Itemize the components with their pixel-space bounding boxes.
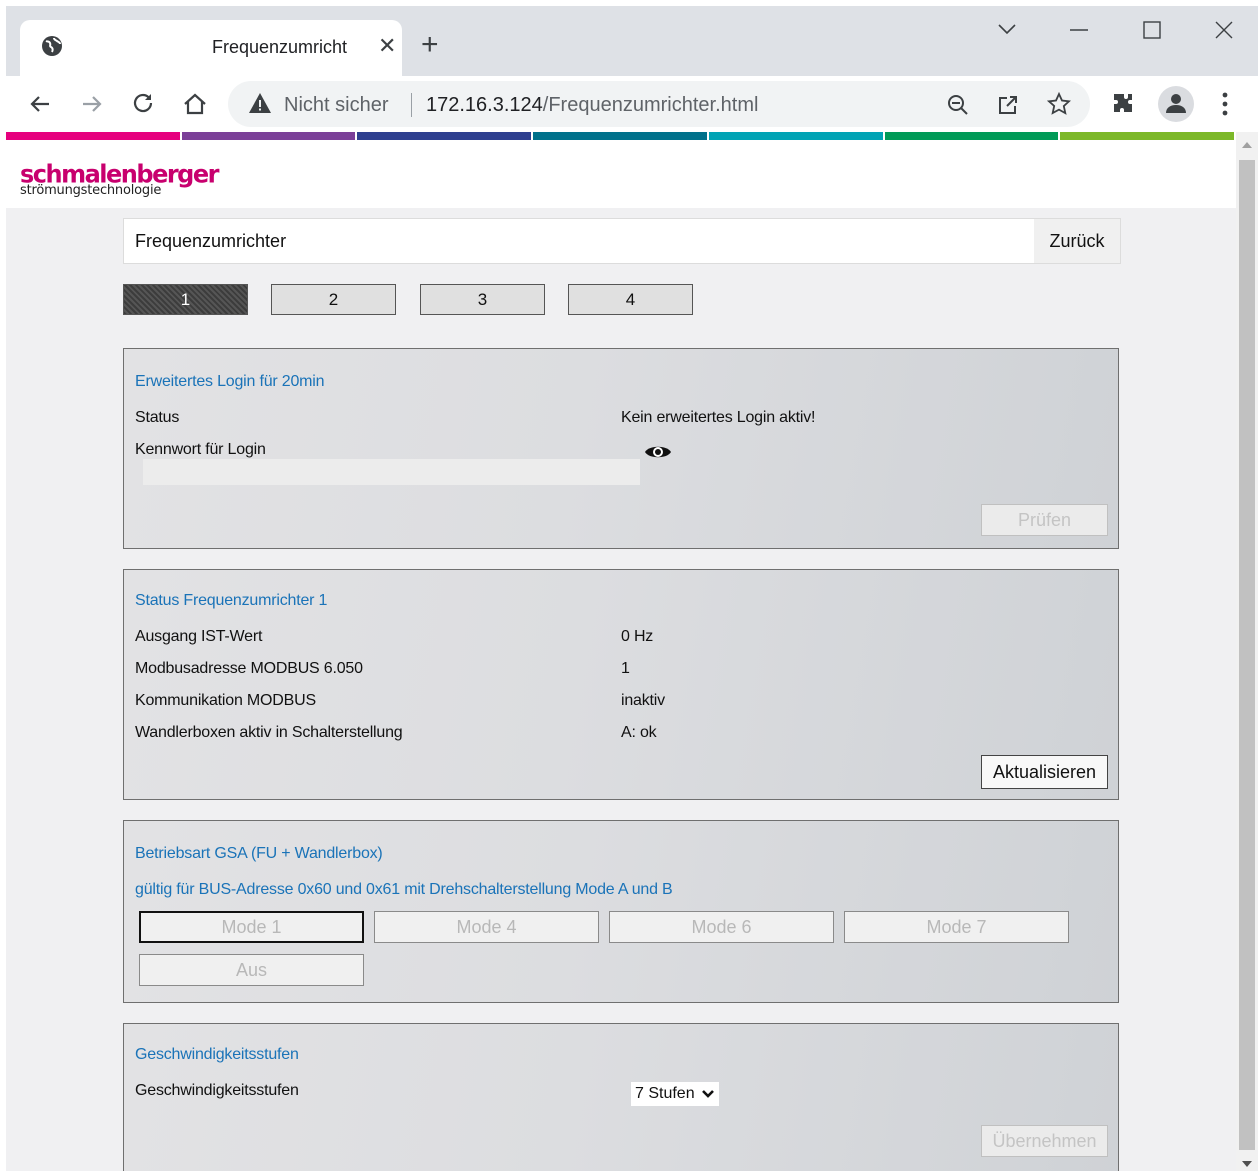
show-password-eye-icon[interactable] <box>644 443 672 461</box>
stripe-segment <box>181 132 356 140</box>
speed-levels-select[interactable]: 7 Stufen <box>631 1082 720 1106</box>
check-button[interactable]: Prüfen <box>981 504 1108 536</box>
stripe-segment <box>708 132 883 140</box>
status-row-value: inaktiv <box>621 692 665 709</box>
mode-6-button[interactable]: Mode 6 <box>609 911 834 943</box>
home-icon[interactable] <box>182 91 208 117</box>
logo-brand: schmalenberger <box>20 159 219 189</box>
back-button[interactable]: Zurück <box>1034 219 1120 263</box>
speed-panel-title: Geschwindigkeitsstufen <box>135 1046 299 1063</box>
status-panel-title: Status Frequenzumrichter 1 <box>135 592 328 609</box>
main-content: Frequenzumrichter Zurück 1 2 3 4 Erweite… <box>6 208 1236 1171</box>
address-bar[interactable]: Nicht sicher 172.16.3.124/Frequenzumrich… <box>228 81 1090 127</box>
tab-2[interactable]: 2 <box>271 284 396 315</box>
page-viewport: schmalenberger strömungstechnologie Freq… <box>6 132 1258 1171</box>
mode-7-button[interactable]: Mode 7 <box>844 911 1069 943</box>
stripe-segment <box>6 132 180 140</box>
url-host: 172.16.3.124 <box>426 94 543 116</box>
stripe-segment <box>1060 132 1235 140</box>
minimize-icon[interactable] <box>1070 28 1088 32</box>
login-status-label: Status <box>135 409 180 426</box>
back-arrow-icon[interactable] <box>28 92 52 116</box>
company-logo: schmalenberger strömungstechnologie <box>20 159 219 198</box>
scroll-up-arrow-icon[interactable] <box>1242 142 1252 148</box>
page-scrollbar[interactable] <box>1236 132 1258 1171</box>
login-panel: Erweitertes Login für 20min Status Kein … <box>123 348 1119 549</box>
new-tab-icon[interactable]: + <box>421 30 439 60</box>
status-row-value: A: ok <box>621 724 657 741</box>
share-icon[interactable] <box>996 93 1020 117</box>
chevron-down-icon <box>702 1089 714 1098</box>
page-title: Frequenzumrichter <box>135 231 287 251</box>
mode-panel: Betriebsart GSA (FU + Wandlerbox) gültig… <box>123 820 1119 1003</box>
password-input[interactable] <box>143 459 640 485</box>
tab-3[interactable]: 3 <box>420 284 545 315</box>
browser-window: Frequenzumricht ✕ + Nicht sicher 172.16.… <box>6 6 1258 1171</box>
brand-color-stripe <box>6 132 1236 140</box>
login-status-value: Kein erweitertes Login aktiv! <box>621 409 816 426</box>
status-row-label: Kommunikation MODBUS <box>135 692 316 709</box>
mode-panel-subtitle: gültig für BUS-Adresse 0x60 und 0x61 mit… <box>135 881 673 898</box>
tab-search-chevron-icon[interactable] <box>998 24 1016 36</box>
tab-title: Frequenzumricht <box>212 37 348 57</box>
page-header: Frequenzumrichter Zurück <box>123 218 1121 264</box>
url-text[interactable]: 172.16.3.124/Frequenzumrichter.html <box>426 94 758 117</box>
status-row-label: Wandlerboxen aktiv in Schalterstellung <box>135 724 403 741</box>
forward-arrow-icon[interactable] <box>80 92 104 116</box>
warning-icon <box>249 93 271 113</box>
status-row-value: 0 Hz <box>621 628 654 645</box>
profile-person-icon <box>1166 94 1186 113</box>
stripe-segment <box>884 132 1059 140</box>
status-row-label: Modbusadresse MODBUS 6.050 <box>135 660 363 677</box>
tab-1[interactable]: 1 <box>123 284 248 315</box>
extensions-puzzle-icon[interactable] <box>1111 91 1135 115</box>
maximize-icon[interactable] <box>1143 21 1161 39</box>
status-row-value: 1 <box>621 660 630 677</box>
mode-off-button[interactable]: Aus <box>139 954 364 986</box>
scrollbar-thumb[interactable] <box>1239 160 1255 1150</box>
browser-toolbar: Nicht sicher 172.16.3.124/Frequenzumrich… <box>6 76 1258 132</box>
status-panel: Status Frequenzumrichter 1 Ausgang IST-W… <box>123 569 1119 800</box>
reload-icon[interactable] <box>131 91 155 115</box>
mode-panel-title: Betriebsart GSA (FU + Wandlerbox) <box>135 845 383 862</box>
stripe-segment <box>357 132 532 140</box>
mode-4-button[interactable]: Mode 4 <box>374 911 599 943</box>
refresh-button[interactable]: Aktualisieren <box>981 755 1108 789</box>
login-panel-title: Erweitertes Login für 20min <box>135 373 325 390</box>
speed-panel: Geschwindigkeitsstufen Geschwindigkeitss… <box>123 1023 1119 1171</box>
speed-levels-label: Geschwindigkeitsstufen <box>135 1082 299 1099</box>
security-label[interactable]: Nicht sicher <box>284 94 388 117</box>
apply-button[interactable]: Übernehmen <box>981 1125 1108 1157</box>
tab-4[interactable]: 4 <box>568 284 693 315</box>
zoom-icon[interactable] <box>946 93 970 117</box>
mode-1-button[interactable]: Mode 1 <box>139 911 364 943</box>
status-row-label: Ausgang IST-Wert <box>135 628 263 645</box>
scroll-down-arrow-icon[interactable] <box>1242 1161 1252 1167</box>
bookmark-star-icon[interactable] <box>1047 92 1071 116</box>
tab-strip: Frequenzumricht ✕ + <box>6 6 1258 76</box>
close-tab-icon[interactable]: ✕ <box>378 34 396 58</box>
password-label: Kennwort für Login <box>135 441 266 458</box>
url-path: /Frequenzumrichter.html <box>542 94 759 116</box>
browser-tab-active[interactable]: Frequenzumricht ✕ <box>20 20 402 76</box>
kebab-menu-icon[interactable] <box>1222 92 1228 116</box>
stripe-segment <box>533 132 707 140</box>
speed-levels-selected: 7 Stufen <box>635 1085 695 1102</box>
close-window-icon[interactable] <box>1215 21 1233 39</box>
globe-icon <box>42 36 62 56</box>
profile-avatar[interactable] <box>1158 86 1194 122</box>
address-separator <box>411 93 412 117</box>
